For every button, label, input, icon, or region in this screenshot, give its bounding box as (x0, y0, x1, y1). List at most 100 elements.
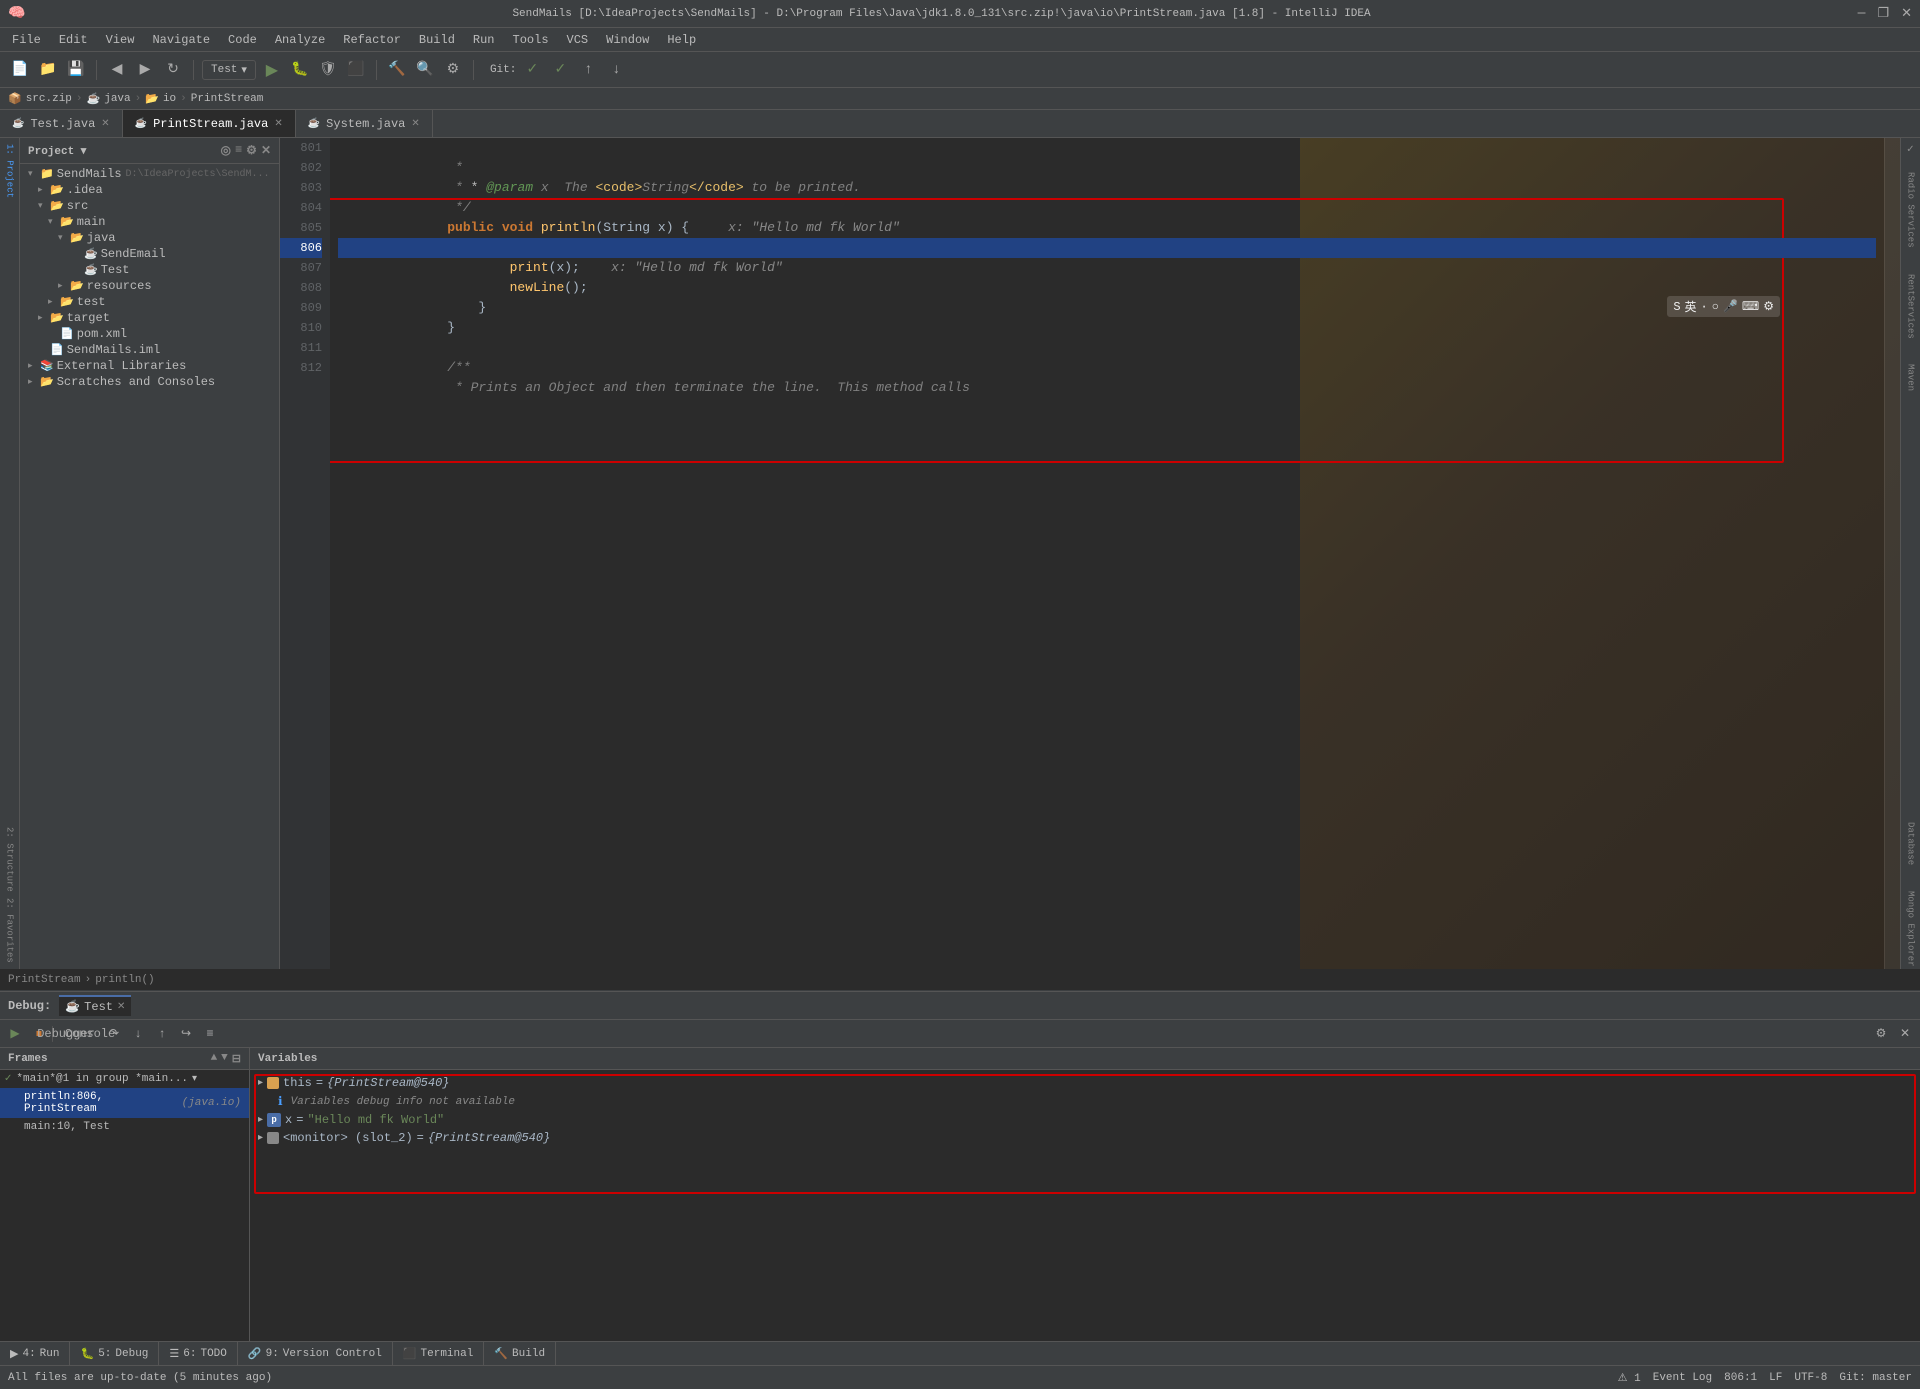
restore-button[interactable]: ❐ (1877, 6, 1889, 21)
far-right-5[interactable]: Mongo Explorer (1904, 889, 1918, 969)
code-editor[interactable]: S 英 · ○ 🎤 ⌨ ⚙ 801 802 803 804 805 806 80… (280, 138, 1900, 969)
project-locate-icon[interactable]: ◎ (220, 143, 230, 158)
tab-system-java[interactable]: ☕ System.java ✕ (296, 110, 433, 137)
project-collapse-icon[interactable]: ≡ (235, 143, 242, 158)
git-pull[interactable]: ↓ (604, 58, 628, 82)
menu-window[interactable]: Window (598, 31, 657, 49)
breadcrumb-srczip-label[interactable]: src.zip (26, 93, 72, 105)
far-right-1[interactable]: Radio Services (1904, 170, 1918, 250)
tree-item-target[interactable]: ▸ 📂 target (20, 310, 279, 326)
frame-thread-dropdown[interactable]: ▾ (192, 1073, 197, 1085)
var-x-arrow[interactable]: ▸ (258, 1114, 263, 1126)
debug-close-panel[interactable]: ✕ (1894, 1023, 1916, 1045)
menu-run[interactable]: Run (465, 31, 503, 49)
git-push[interactable]: ↑ (576, 58, 600, 82)
debug-run-cursor[interactable]: ↪ (175, 1023, 197, 1045)
var-item-x[interactable]: ▸ p x = "Hello md fk World" (254, 1111, 1916, 1129)
debug-step-over[interactable]: ↷ (103, 1023, 125, 1045)
stop-button[interactable]: ⬛ (344, 58, 368, 82)
menu-build[interactable]: Build (411, 31, 463, 49)
toolbar-forward[interactable]: ▶ (133, 58, 157, 82)
debug-evaluate[interactable]: ≡ (199, 1023, 221, 1045)
tree-item-java[interactable]: ▾ 📂 java (20, 230, 279, 246)
frames-filter-btn[interactable]: ⊟ (232, 1052, 241, 1066)
tab-test-java-close[interactable]: ✕ (101, 118, 109, 130)
tree-item-main[interactable]: ▾ 📂 main (20, 214, 279, 230)
tree-item-pomxml[interactable]: 📄 pom.xml (20, 326, 279, 342)
toolbar-back[interactable]: ◀ (105, 58, 129, 82)
bottom-tab-vcs[interactable]: 🔗 9: Version Control (238, 1342, 393, 1365)
far-right-4[interactable]: Database (1904, 820, 1918, 867)
menu-help[interactable]: Help (659, 31, 704, 49)
breadcrumb-java-label[interactable]: java (104, 93, 130, 105)
breadcrumb-srczip[interactable]: 📦 (8, 92, 22, 106)
tree-item-scratches[interactable]: ▸ 📂 Scratches and Consoles (20, 374, 279, 390)
coverage-button[interactable]: 🛡 (316, 58, 340, 82)
tree-item-resources[interactable]: ▸ 📂 resources (20, 278, 279, 294)
menu-view[interactable]: View (98, 31, 143, 49)
tab-printstream-java[interactable]: ☕ PrintStream.java ✕ (123, 110, 296, 137)
run-config-button[interactable]: Test ▾ (202, 60, 256, 80)
bottom-tab-debug[interactable]: ▶ 4: Run (0, 1342, 70, 1365)
debug-tab-test-close[interactable]: ✕ (117, 1001, 125, 1013)
run-button[interactable]: ▶ (260, 58, 284, 82)
far-right-3[interactable]: Maven (1904, 362, 1918, 393)
status-git[interactable]: Git: master (1839, 1372, 1912, 1384)
frames-up-btn[interactable]: ▲ (211, 1052, 218, 1066)
menu-code[interactable]: Code (220, 31, 265, 49)
tab-test-java[interactable]: ☕ Test.java ✕ (0, 110, 123, 137)
tab-system-java-close[interactable]: ✕ (411, 118, 419, 130)
far-right-check[interactable]: ✓ (1904, 142, 1916, 158)
editor-scrollbar[interactable] (1884, 138, 1900, 969)
debug-console-tab[interactable]: Console (79, 1023, 101, 1045)
debug-step-out[interactable]: ↑ (151, 1023, 173, 1045)
status-lf[interactable]: LF (1769, 1372, 1782, 1384)
tree-item-test-dir[interactable]: ▸ 📂 test (20, 294, 279, 310)
project-icon[interactable]: 1: Project (3, 142, 17, 200)
breadcrumb-io[interactable]: 📂 (145, 92, 159, 106)
settings-button[interactable]: ⚙ (441, 58, 465, 82)
tree-item-idea[interactable]: ▸ 📂 .idea (20, 182, 279, 198)
breadcrumb-io-label[interactable]: io (163, 93, 176, 105)
tree-item-ext-libs[interactable]: ▸ 📚 External Libraries (20, 358, 279, 374)
bottom-tab-terminal[interactable]: ⬛ Terminal (393, 1342, 485, 1365)
menu-analyze[interactable]: Analyze (267, 31, 333, 49)
tab-printstream-java-close[interactable]: ✕ (274, 118, 282, 130)
project-settings-icon[interactable]: ⚙ (246, 143, 257, 158)
debug-settings[interactable]: ⚙ (1870, 1023, 1892, 1045)
favorites-icon[interactable]: 2: Favorites (3, 896, 17, 965)
bottom-tab-todo[interactable]: ☰ 6: TODO (159, 1342, 237, 1365)
far-right-2[interactable]: RentServices (1904, 272, 1918, 341)
debug-step-into[interactable]: ↓ (127, 1023, 149, 1045)
breadcrumb-printstream[interactable]: PrintStream (191, 93, 264, 105)
bottom-tab-5[interactable]: 🐛 5: Debug (70, 1342, 159, 1365)
status-encoding[interactable]: UTF-8 (1794, 1372, 1827, 1384)
tree-item-sendmails[interactable]: ▾ 📁 SendMails D:\IdeaProjects\SendM... (20, 166, 279, 182)
git-check[interactable]: ✓ (520, 58, 544, 82)
frame-item-main[interactable]: main:10, Test (0, 1118, 249, 1136)
frame-item-println[interactable]: println:806, PrintStream (java.io) (0, 1088, 249, 1118)
code-content[interactable]: * * * @param x The <code>String</code> t… (330, 138, 1884, 969)
toolbar-sync[interactable]: ↻ (161, 58, 185, 82)
tree-item-sendemail[interactable]: ☕ SendEmail (20, 246, 279, 262)
bottom-tab-build[interactable]: 🔨 Build (484, 1342, 556, 1365)
breadcrumb-java[interactable]: ☕ (87, 92, 101, 106)
minimize-button[interactable]: ─ (1858, 6, 1866, 21)
var-item-this[interactable]: ▸ this = {PrintStream@540} (254, 1074, 1916, 1092)
tree-item-test[interactable]: ☕ Test (20, 262, 279, 278)
menu-vcs[interactable]: VCS (559, 31, 597, 49)
tree-item-iml[interactable]: 📄 SendMails.iml (20, 342, 279, 358)
project-close-icon[interactable]: ✕ (261, 143, 271, 158)
git-check2[interactable]: ✓ (548, 58, 572, 82)
status-event-log[interactable]: Event Log (1653, 1372, 1712, 1384)
menu-edit[interactable]: Edit (51, 31, 96, 49)
frames-down-btn[interactable]: ▼ (221, 1052, 228, 1066)
debug-tab-test[interactable]: ☕ Test ✕ (59, 995, 131, 1016)
debug-resume[interactable]: ▶ (4, 1023, 26, 1045)
menu-tools[interactable]: Tools (505, 31, 557, 49)
menu-navigate[interactable]: Navigate (144, 31, 218, 49)
menu-refactor[interactable]: Refactor (335, 31, 409, 49)
tree-item-src[interactable]: ▾ 📂 src (20, 198, 279, 214)
structure-icon[interactable]: 2: Structure (3, 825, 17, 894)
menu-file[interactable]: File (4, 31, 49, 49)
